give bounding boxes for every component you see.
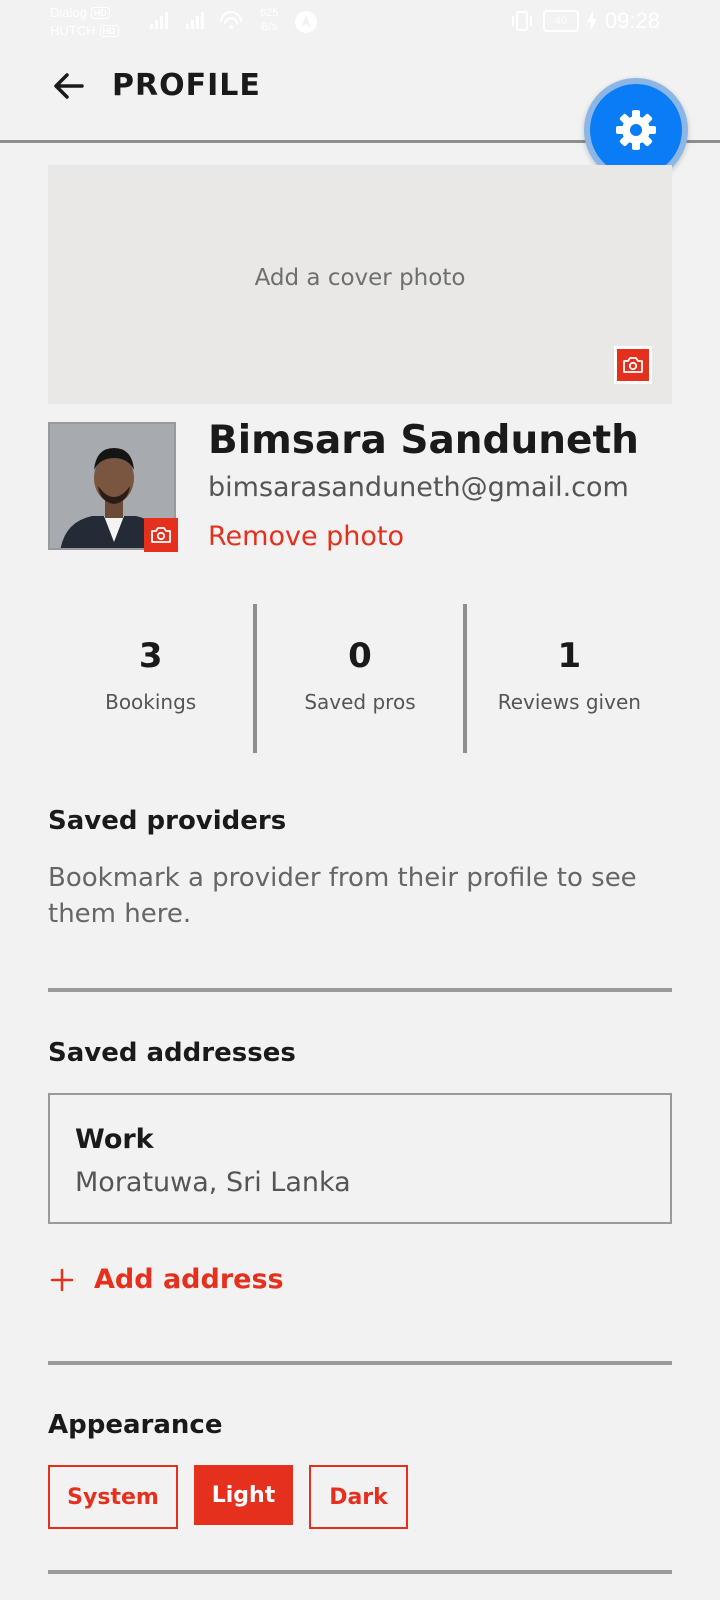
cover-photo-area[interactable]: Add a cover photo — [48, 165, 672, 404]
arrow-left-icon — [54, 73, 84, 99]
stats-row: 3 Bookings 0 Saved pros 1 Reviews given — [48, 604, 672, 753]
add-address-button[interactable]: Add address — [48, 1262, 284, 1298]
wifi-icon — [220, 11, 242, 29]
address-line: Moratuwa, Sri Lanka — [75, 1167, 351, 1198]
profile-email: bimsarasanduneth@gmail.com — [208, 472, 629, 503]
stat-bookings[interactable]: 3 Bookings — [48, 604, 253, 753]
hd-badge: HD — [99, 25, 119, 37]
change-cover-button[interactable] — [614, 346, 652, 384]
address-label: Work — [75, 1124, 154, 1155]
page-title: PROFILE — [112, 68, 261, 103]
app-notification-icon — [295, 11, 317, 33]
theme-light-button[interactable]: Light — [194, 1465, 293, 1525]
stat-label: Bookings — [105, 690, 197, 714]
camera-icon — [151, 527, 171, 543]
profile-name: Bimsara Sanduneth — [208, 418, 639, 463]
theme-selector: System Light Dark — [48, 1465, 408, 1529]
stat-label: Saved pros — [304, 690, 416, 714]
net-speed: 625 B/s — [260, 6, 278, 34]
cover-placeholder: Add a cover photo — [254, 265, 466, 291]
camera-icon — [623, 357, 643, 373]
address-card[interactable]: Work Moratuwa, Sri Lanka — [48, 1093, 672, 1224]
theme-dark-button[interactable]: Dark — [309, 1465, 408, 1529]
charging-icon — [586, 11, 597, 31]
remove-photo-link[interactable]: Remove photo — [208, 519, 404, 555]
net-speed-unit: B/s — [261, 21, 278, 33]
divider — [48, 1570, 672, 1574]
signal-icon — [150, 12, 168, 29]
gear-icon — [616, 110, 656, 150]
stat-value: 0 — [348, 636, 372, 676]
stat-label: Reviews given — [497, 690, 641, 714]
theme-system-button[interactable]: System — [48, 1465, 178, 1529]
net-speed-value: 625 — [260, 7, 279, 19]
carrier-2: HUTCH — [50, 23, 96, 38]
clock: 09:28 — [604, 8, 660, 33]
stat-reviews[interactable]: 1 Reviews given — [462, 604, 672, 753]
divider — [48, 1361, 672, 1365]
hd-badge: HD — [90, 7, 110, 19]
signal-icon — [186, 12, 204, 29]
divider — [48, 988, 672, 992]
vibrate-icon — [511, 11, 532, 31]
add-address-label: Add address — [94, 1264, 284, 1295]
stat-saved-pros[interactable]: 0 Saved pros — [253, 604, 462, 753]
battery-indicator: 40 — [542, 10, 579, 32]
status-bar: Dialog HD HUTCH HD 625 B/s 40 09:28 — [0, 0, 720, 48]
appearance-title: Appearance — [48, 1410, 223, 1440]
plus-icon — [50, 1268, 74, 1292]
saved-providers-title: Saved providers — [48, 806, 287, 836]
status-right: 40 09:28 — [509, 8, 660, 34]
saved-addresses-title: Saved addresses — [48, 1038, 296, 1068]
carrier-1: Dialog — [50, 5, 87, 20]
change-avatar-button[interactable] — [144, 518, 178, 552]
saved-providers-empty: Bookmark a provider from their profile t… — [48, 863, 637, 929]
carrier-info: Dialog HD HUTCH HD — [50, 4, 119, 40]
stat-value: 1 — [557, 636, 582, 676]
back-button[interactable] — [48, 66, 88, 106]
stat-value: 3 — [138, 636, 163, 676]
